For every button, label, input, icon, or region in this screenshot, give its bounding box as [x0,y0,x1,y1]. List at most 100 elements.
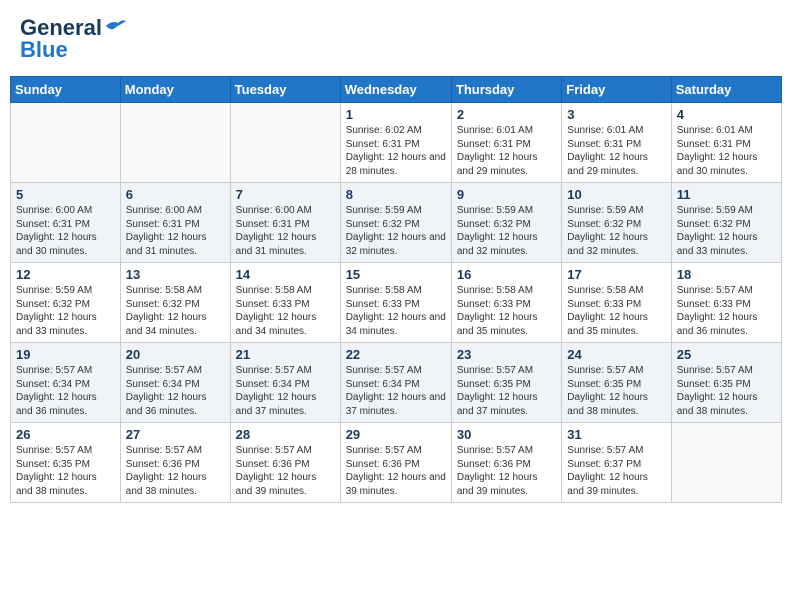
calendar-cell: 8Sunrise: 5:59 AMSunset: 6:32 PMDaylight… [340,183,451,263]
logo-blue: Blue [20,37,68,63]
day-info: Sunrise: 5:57 AMSunset: 6:35 PMDaylight:… [16,444,115,498]
day-info: Sunrise: 6:00 AMSunset: 6:31 PMDaylight:… [16,204,115,258]
calendar-cell: 1 Sunrise: 6:02 AMSunset: 6:31 PMDaylight… [340,103,451,183]
day-info: Sunrise: 5:59 AMSunset: 6:32 PMDaylight:… [677,204,776,258]
calendar-cell: 21Sunrise: 5:57 AMSunset: 6:34 PMDayligh… [230,343,340,423]
calendar-cell: 23Sunrise: 5:57 AMSunset: 6:35 PMDayligh… [451,343,561,423]
calendar-cell [11,103,121,183]
day-number: 7 [236,187,335,202]
calendar-cell: 16 Sunrise: 5:58 AMSunset: 6:33 PMDayligh… [451,263,561,343]
calendar-cell: 22 Sunrise: 5:57 AMSunset: 6:34 PMDayligh… [340,343,451,423]
day-number: 21 [236,347,335,362]
day-info: Sunrise: 5:57 AMSunset: 6:35 PMDaylight:… [677,364,776,418]
day-number: 1 [346,107,446,122]
day-info: Sunrise: 6:01 AMSunset: 6:31 PMDaylight:… [677,124,776,178]
col-header-thursday: Thursday [451,77,561,103]
day-info: Sunrise: 5:57 AMSunset: 6:34 PMDaylight:… [126,364,225,418]
day-info: Sunrise: 5:57 AMSunset: 6:36 PMDaylight:… [126,444,225,498]
calendar-cell: 3 Sunrise: 6:01 AMSunset: 6:31 PMDaylight… [562,103,671,183]
calendar-cell [120,103,230,183]
calendar-cell: 9 Sunrise: 5:59 AMSunset: 6:32 PMDaylight… [451,183,561,263]
day-number: 30 [457,427,556,442]
day-number: 10 [567,187,665,202]
day-info: Sunrise: 5:58 AMSunset: 6:33 PMDaylight:… [567,284,665,338]
calendar-table: SundayMondayTuesdayWednesdayThursdayFrid… [10,76,782,503]
day-info: Sunrise: 5:58 AMSunset: 6:33 PMDaylight:… [346,284,446,338]
day-number: 12 [16,267,115,282]
day-number: 31 [567,427,665,442]
day-number: 17 [567,267,665,282]
calendar-cell: 14 Sunrise: 5:58 AMSunset: 6:33 PMDayligh… [230,263,340,343]
calendar-cell: 20 Sunrise: 5:57 AMSunset: 6:34 PMDayligh… [120,343,230,423]
calendar-cell [230,103,340,183]
calendar-cell: 13 Sunrise: 5:58 AMSunset: 6:32 PMDayligh… [120,263,230,343]
week-row-1: 1 Sunrise: 6:02 AMSunset: 6:31 PMDaylight… [11,103,782,183]
calendar-cell: 30Sunrise: 5:57 AMSunset: 6:36 PMDayligh… [451,423,561,503]
day-info: Sunrise: 6:00 AMSunset: 6:31 PMDaylight:… [236,204,335,258]
calendar-cell: 24 Sunrise: 5:57 AMSunset: 6:35 PMDayligh… [562,343,671,423]
day-number: 2 [457,107,556,122]
calendar-cell: 2 Sunrise: 6:01 AMSunset: 6:31 PMDaylight… [451,103,561,183]
day-number: 18 [677,267,776,282]
day-info: Sunrise: 5:57 AMSunset: 6:35 PMDaylight:… [567,364,665,418]
calendar-cell: 15 Sunrise: 5:58 AMSunset: 6:33 PMDayligh… [340,263,451,343]
calendar-cell: 10Sunrise: 5:59 AMSunset: 6:32 PMDayligh… [562,183,671,263]
calendar-cell [671,423,781,503]
day-info: Sunrise: 5:58 AMSunset: 6:33 PMDaylight:… [236,284,335,338]
col-header-wednesday: Wednesday [340,77,451,103]
day-number: 14 [236,267,335,282]
day-info: Sunrise: 5:59 AMSunset: 6:32 PMDaylight:… [457,204,556,258]
calendar-cell: 31Sunrise: 5:57 AMSunset: 6:37 PMDayligh… [562,423,671,503]
calendar-cell: 17 Sunrise: 5:58 AMSunset: 6:33 PMDayligh… [562,263,671,343]
week-row-3: 12 Sunrise: 5:59 AMSunset: 6:32 PMDayligh… [11,263,782,343]
day-number: 25 [677,347,776,362]
day-number: 13 [126,267,225,282]
calendar-cell: 28Sunrise: 5:57 AMSunset: 6:36 PMDayligh… [230,423,340,503]
week-row-2: 5 Sunrise: 6:00 AMSunset: 6:31 PMDaylight… [11,183,782,263]
day-info: Sunrise: 5:57 AMSunset: 6:33 PMDaylight:… [677,284,776,338]
day-number: 23 [457,347,556,362]
logo-bird-icon [104,18,126,36]
logo: General Blue [20,15,126,63]
day-number: 5 [16,187,115,202]
col-header-friday: Friday [562,77,671,103]
day-number: 3 [567,107,665,122]
week-row-5: 26 Sunrise: 5:57 AMSunset: 6:35 PMDayligh… [11,423,782,503]
calendar-cell: 26 Sunrise: 5:57 AMSunset: 6:35 PMDayligh… [11,423,121,503]
day-number: 24 [567,347,665,362]
calendar-cell: 27Sunrise: 5:57 AMSunset: 6:36 PMDayligh… [120,423,230,503]
calendar-cell: 7 Sunrise: 6:00 AMSunset: 6:31 PMDaylight… [230,183,340,263]
day-number: 4 [677,107,776,122]
calendar-cell: 18 Sunrise: 5:57 AMSunset: 6:33 PMDayligh… [671,263,781,343]
day-info: Sunrise: 6:01 AMSunset: 6:31 PMDaylight:… [457,124,556,178]
day-number: 9 [457,187,556,202]
col-header-tuesday: Tuesday [230,77,340,103]
col-header-sunday: Sunday [11,77,121,103]
day-info: Sunrise: 5:57 AMSunset: 6:34 PMDaylight:… [16,364,115,418]
day-info: Sunrise: 5:58 AMSunset: 6:33 PMDaylight:… [457,284,556,338]
day-number: 11 [677,187,776,202]
calendar-cell: 25 Sunrise: 5:57 AMSunset: 6:35 PMDayligh… [671,343,781,423]
col-header-saturday: Saturday [671,77,781,103]
day-info: Sunrise: 5:58 AMSunset: 6:32 PMDaylight:… [126,284,225,338]
day-info: Sunrise: 6:01 AMSunset: 6:31 PMDaylight:… [567,124,665,178]
day-number: 22 [346,347,446,362]
day-number: 19 [16,347,115,362]
day-number: 15 [346,267,446,282]
calendar-header-row: SundayMondayTuesdayWednesdayThursdayFrid… [11,77,782,103]
calendar-cell: 29 Sunrise: 5:57 AMSunset: 6:36 PMDayligh… [340,423,451,503]
day-number: 29 [346,427,446,442]
day-info: Sunrise: 5:59 AMSunset: 6:32 PMDaylight:… [16,284,115,338]
day-info: Sunrise: 5:57 AMSunset: 6:36 PMDaylight:… [346,444,446,498]
day-info: Sunrise: 6:02 AMSunset: 6:31 PMDaylight:… [346,124,446,178]
calendar-cell: 19 Sunrise: 5:57 AMSunset: 6:34 PMDayligh… [11,343,121,423]
day-info: Sunrise: 5:57 AMSunset: 6:34 PMDaylight:… [346,364,446,418]
week-row-4: 19 Sunrise: 5:57 AMSunset: 6:34 PMDayligh… [11,343,782,423]
day-number: 26 [16,427,115,442]
col-header-monday: Monday [120,77,230,103]
calendar-cell: 12 Sunrise: 5:59 AMSunset: 6:32 PMDayligh… [11,263,121,343]
day-info: Sunrise: 5:57 AMSunset: 6:36 PMDaylight:… [236,444,335,498]
calendar-cell: 6Sunrise: 6:00 AMSunset: 6:31 PMDaylight… [120,183,230,263]
day-number: 20 [126,347,225,362]
day-number: 16 [457,267,556,282]
